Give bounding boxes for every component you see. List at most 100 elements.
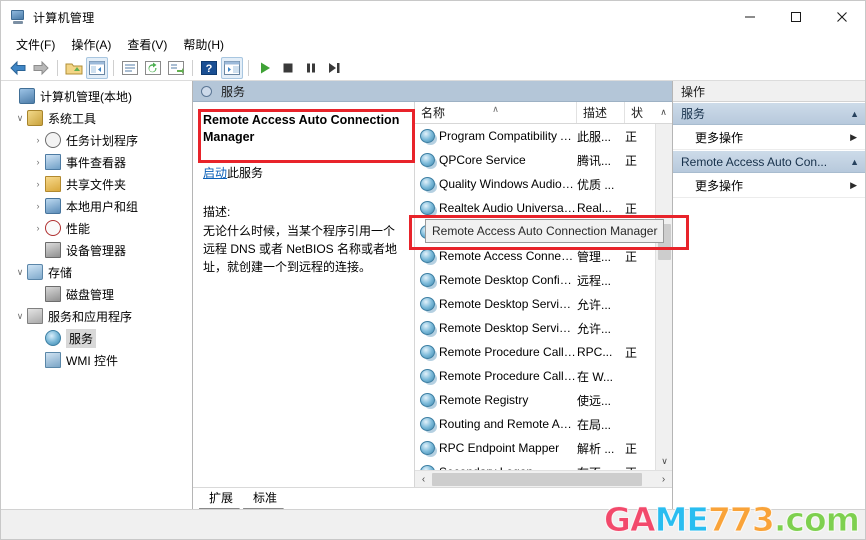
collapse-up-icon[interactable]: ▲ [850, 157, 859, 167]
menu-file[interactable]: 文件(F) [9, 34, 62, 55]
export-list-icon[interactable] [165, 57, 187, 79]
column-header-status[interactable]: 状 [625, 102, 655, 123]
watermark-part-2: ME [654, 500, 709, 539]
toolbar-separator [57, 59, 58, 76]
tree-item-system-tools[interactable]: ∨ 系统工具 [1, 107, 192, 129]
service-description: 在 W... [577, 369, 614, 384]
actions-group-selected-service[interactable]: Remote Access Auto Con... ▲ [673, 150, 865, 173]
vertical-scrollbar[interactable]: ∨ [655, 124, 672, 470]
pause-service-icon[interactable] [300, 57, 322, 79]
title-bar: 计算机管理 [1, 1, 865, 33]
properties-icon[interactable] [119, 57, 141, 79]
maximize-button[interactable] [773, 1, 819, 33]
action-label: 更多操作 [695, 178, 744, 193]
show-hide-tree-icon[interactable] [86, 56, 108, 79]
back-icon[interactable] [7, 57, 29, 79]
scroll-up-cap[interactable]: ∧ [655, 102, 672, 123]
toolbar-separator [192, 59, 193, 76]
tree-chevron[interactable]: › [31, 223, 45, 233]
tree-item-label: 共享文件夹 [66, 177, 127, 192]
service-status: 正 [625, 201, 638, 216]
restart-service-icon[interactable] [323, 57, 345, 79]
scroll-left-button[interactable]: ‹ [415, 471, 432, 488]
horizontal-scrollbar-track[interactable] [432, 471, 655, 488]
table-row[interactable]: Remote Desktop Services 允许... [415, 292, 655, 316]
horizontal-scrollbar[interactable]: ‹ › [415, 470, 672, 487]
service-name: Remote Desktop Configu... [439, 273, 577, 287]
console-tree[interactable]: 计算机管理(本地) ∨ 系统工具 › 任务计划程序 › 事件查看器 › 共享文件… [1, 81, 193, 509]
up-folder-icon[interactable] [63, 57, 85, 79]
action-more-actions-services[interactable]: 更多操作 ▶ [673, 125, 865, 150]
svg-text:?: ? [206, 63, 213, 75]
collapse-up-icon[interactable]: ▲ [850, 109, 859, 119]
tree-item-wmi-control[interactable]: WMI 控件 [1, 349, 192, 371]
close-button[interactable] [819, 1, 865, 33]
table-row[interactable]: RPC Endpoint Mapper 解析 ... 正 [415, 436, 655, 460]
forward-icon[interactable] [30, 57, 52, 79]
computer-management-icon [10, 9, 26, 25]
show-action-pane-icon[interactable] [221, 56, 243, 79]
table-row[interactable]: Remote Procedure Call (... RPC... 正 [415, 340, 655, 364]
start-service-link-suffix: 此服务 [227, 166, 264, 180]
tree-item-disk-management[interactable]: 磁盘管理 [1, 283, 192, 305]
tab-standard[interactable]: 标准 [243, 488, 288, 509]
tree-item-storage[interactable]: ∨ 存储 [1, 261, 192, 283]
table-row[interactable]: QPCore Service 腾讯... 正 [415, 148, 655, 172]
sort-ascending-icon: ∧ [492, 104, 499, 114]
tree-chevron[interactable]: › [31, 179, 45, 189]
service-name: Remote Desktop Service... [439, 321, 577, 335]
tree-chevron[interactable]: › [31, 201, 45, 211]
scroll-down-button[interactable]: ∨ [656, 453, 672, 470]
toolbar: ? [1, 55, 865, 81]
column-header-name[interactable]: 名称 ∧ [415, 102, 577, 123]
menu-help[interactable]: 帮助(H) [176, 34, 231, 55]
menu-action[interactable]: 操作(A) [64, 34, 118, 55]
column-header-name-label: 名称 [421, 106, 446, 120]
tab-extended[interactable]: 扩展 [199, 488, 244, 509]
users-icon [45, 198, 61, 214]
table-row[interactable]: Remote Procedure Call (... 在 W... [415, 364, 655, 388]
chevron-up-icon: ∧ [660, 107, 667, 117]
tree-chevron[interactable]: ∨ [13, 267, 27, 277]
action-more-actions-selected-service[interactable]: 更多操作 ▶ [673, 173, 865, 198]
table-row[interactable]: Quality Windows Audio V... 优质 ... [415, 172, 655, 196]
tree-chevron[interactable]: ∨ [13, 311, 27, 321]
tree-chevron[interactable]: › [31, 135, 45, 145]
start-service-icon[interactable] [254, 57, 276, 79]
column-header-description[interactable]: 描述 [577, 102, 625, 123]
table-row[interactable]: Remote Access Connectio... 管理... 正 [415, 244, 655, 268]
stop-service-icon[interactable] [277, 57, 299, 79]
service-status: 正 [625, 129, 638, 144]
table-row[interactable]: Secondary Logon 在不... 正 [415, 460, 655, 470]
chevron-left-icon: ‹ [421, 473, 426, 485]
horizontal-scrollbar-thumb[interactable] [432, 472, 642, 486]
tools-icon [27, 110, 43, 126]
service-description: RPC... [577, 345, 613, 359]
table-row[interactable]: Remote Registry 使远... [415, 388, 655, 412]
table-row[interactable]: Remote Desktop Configu... 远程... [415, 268, 655, 292]
help-icon[interactable]: ? [198, 57, 220, 79]
tree-chevron[interactable]: › [31, 157, 45, 167]
tree-item-task-scheduler[interactable]: › 任务计划程序 [1, 129, 192, 151]
tree-item-local-users-groups[interactable]: › 本地用户和组 [1, 195, 192, 217]
tree-item-shared-folders[interactable]: › 共享文件夹 [1, 173, 192, 195]
tree-item-services[interactable]: 服务 [1, 327, 192, 349]
tree-item-device-manager[interactable]: 设备管理器 [1, 239, 192, 261]
tree-item-computer-management[interactable]: 计算机管理(本地) [1, 85, 192, 107]
tree-item-label: WMI 控件 [66, 353, 118, 368]
start-service-link[interactable]: 启动 [203, 166, 227, 180]
service-icon [420, 417, 435, 431]
menu-view[interactable]: 查看(V) [120, 34, 174, 55]
scroll-right-button[interactable]: › [655, 471, 672, 488]
table-row[interactable]: Program Compatibility A... 此服... 正 [415, 124, 655, 148]
tree-chevron[interactable]: ∨ [13, 113, 27, 123]
actions-group-services[interactable]: 服务 ▲ [673, 102, 865, 125]
refresh-icon[interactable] [142, 57, 164, 79]
table-row[interactable]: Remote Desktop Service... 允许... [415, 316, 655, 340]
tree-item-event-viewer[interactable]: › 事件查看器 [1, 151, 192, 173]
tree-item-services-and-applications[interactable]: ∨ 服务和应用程序 [1, 305, 192, 327]
table-row[interactable]: Realtek Audio Universal ... Real... 正 [415, 196, 655, 220]
minimize-button[interactable] [727, 1, 773, 33]
table-row[interactable]: Routing and Remote Acc... 在局... [415, 412, 655, 436]
tree-item-performance[interactable]: › 性能 [1, 217, 192, 239]
